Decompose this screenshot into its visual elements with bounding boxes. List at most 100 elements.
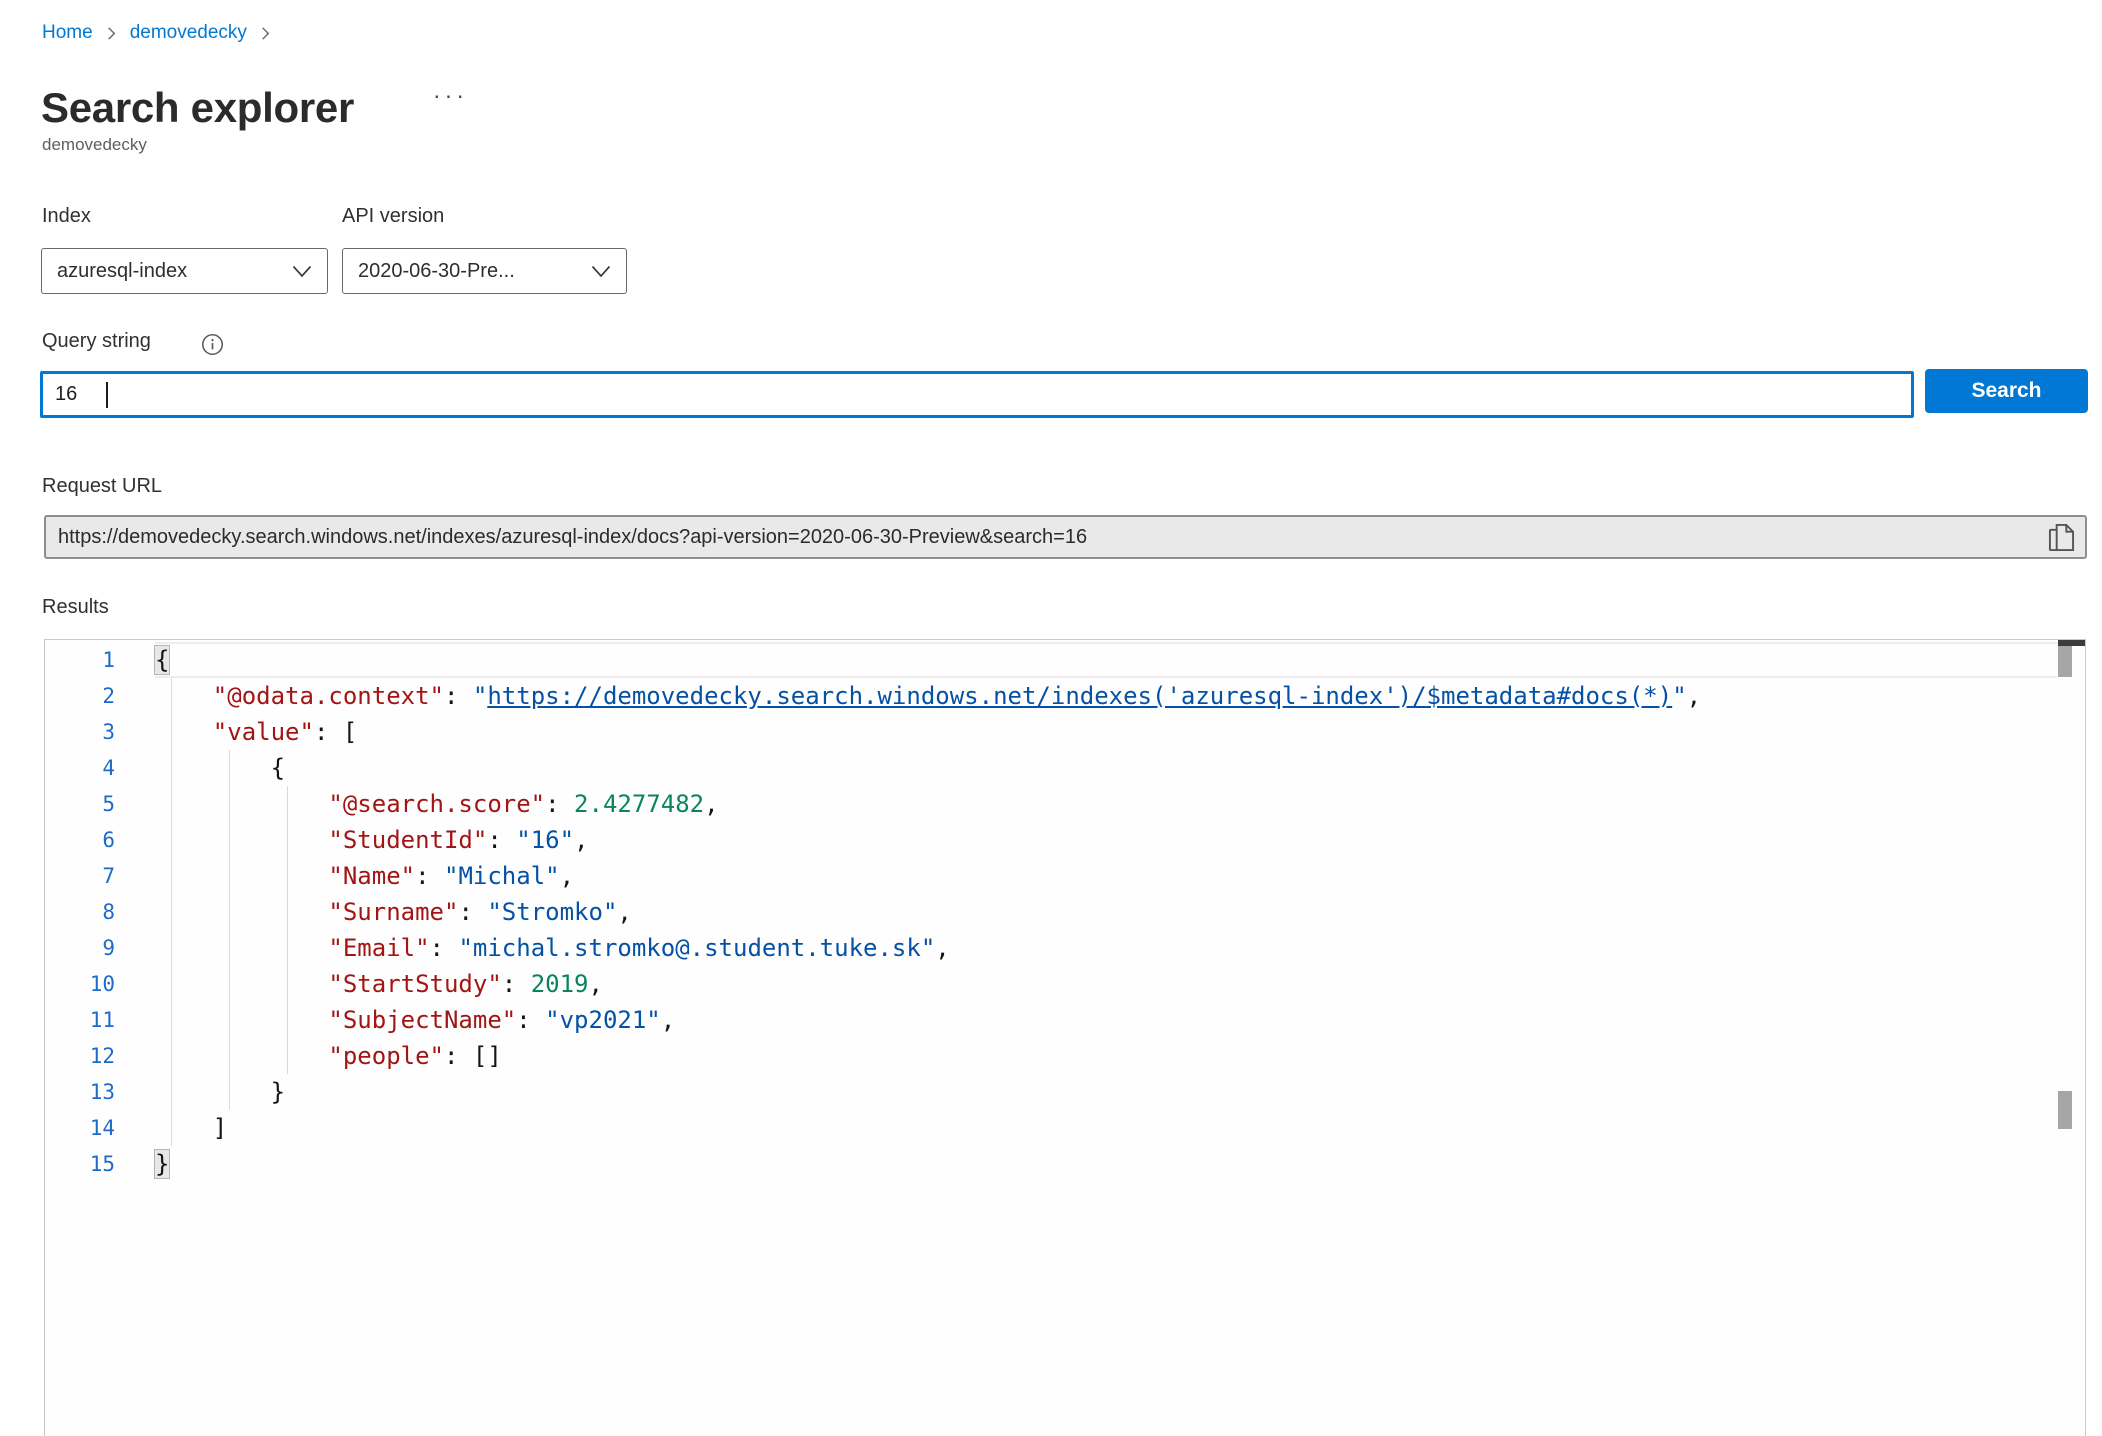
code-line: "SubjectName": "vp2021", [155, 1002, 2057, 1038]
chevron-right-icon [258, 26, 273, 41]
chevron-down-icon [292, 265, 312, 278]
line-number: 2 [45, 678, 155, 714]
code-token: "Name" [328, 862, 415, 890]
indent-guide [171, 678, 172, 1146]
code-line: ] [155, 1110, 2057, 1146]
code-token: : [458, 898, 487, 926]
code-token: : [545, 790, 574, 818]
editor-code[interactable]: { "@odata.context": "https://demovedecky… [155, 642, 2057, 1182]
search-button[interactable]: Search [1925, 369, 2088, 413]
indent-guide [229, 750, 230, 1110]
query-string-input-box[interactable] [40, 371, 1914, 418]
breadcrumb: Home demovedecky [42, 22, 284, 44]
code-line: } [155, 1146, 2057, 1182]
line-number: 7 [45, 858, 155, 894]
code-token: , [617, 898, 631, 926]
code-token: 2.4277482 [574, 790, 704, 818]
line-number: 8 [45, 894, 155, 930]
code-token: } [155, 1078, 285, 1106]
code-token: { [155, 754, 285, 782]
index-label: Index [42, 205, 91, 228]
query-string-label: Query string [42, 330, 151, 353]
more-actions-button[interactable]: ··· [433, 84, 468, 107]
code-token [155, 1042, 328, 1070]
code-token: : [516, 1006, 545, 1034]
code-line: "value": [ [155, 714, 2057, 750]
code-token: "Surname" [328, 898, 458, 926]
editor-scrollbar[interactable] [2058, 640, 2085, 1436]
code-token: "SubjectName" [328, 1006, 516, 1034]
page-subtitle: demovedecky [42, 135, 147, 155]
code-token: "people" [328, 1042, 444, 1070]
request-url-label: Request URL [42, 475, 162, 498]
index-dropdown-value: azuresql-index [57, 260, 187, 283]
search-explorer-page: Home demovedecky Search explorer ··· dem… [0, 0, 2102, 1436]
code-token [155, 934, 328, 962]
page-title: Search explorer [41, 84, 354, 132]
line-number: 10 [45, 966, 155, 1002]
code-token: "StartStudy" [328, 970, 501, 998]
code-line: "Name": "Michal", [155, 858, 2057, 894]
editor-gutter: 123456789101112131415 [45, 642, 155, 1182]
overview-ruler-marker [2058, 1091, 2072, 1129]
scrollbar-thumb[interactable] [2058, 646, 2072, 677]
code-token: "Michal" [444, 862, 560, 890]
request-url-field[interactable]: https://demovedecky.search.windows.net/i… [44, 515, 2087, 559]
code-token [155, 718, 213, 746]
code-line: "Email": "michal.stromko@.student.tuke.s… [155, 930, 2057, 966]
code-token: : [ [314, 718, 357, 746]
code-line: "Surname": "Stromko", [155, 894, 2057, 930]
line-number: 1 [45, 642, 155, 678]
query-string-input[interactable] [43, 374, 1911, 415]
api-version-dropdown[interactable]: 2020-06-30-Pre... [342, 248, 627, 294]
code-line: } [155, 1074, 2057, 1110]
code-token: "@odata.context" [213, 682, 444, 710]
line-number: 13 [45, 1074, 155, 1110]
code-token: } [155, 1150, 169, 1178]
code-line: "StudentId": "16", [155, 822, 2057, 858]
code-token: , [704, 790, 718, 818]
code-line: "@odata.context": "https://demovedecky.s… [155, 678, 2057, 714]
line-number: 12 [45, 1038, 155, 1074]
line-number: 4 [45, 750, 155, 786]
code-token: 2019 [531, 970, 589, 998]
request-url-value: https://demovedecky.search.windows.net/i… [58, 517, 2033, 557]
code-token: : [487, 826, 516, 854]
line-number: 11 [45, 1002, 155, 1038]
code-token [155, 898, 328, 926]
code-line: { [155, 642, 2057, 678]
code-token: : [444, 682, 473, 710]
copy-icon[interactable] [2046, 522, 2076, 554]
code-token: ] [155, 1114, 227, 1142]
info-icon[interactable] [201, 333, 224, 361]
code-token [155, 790, 328, 818]
code-line: "@search.score": 2.4277482, [155, 786, 2057, 822]
text-caret [106, 382, 108, 408]
code-token: " [1672, 682, 1686, 710]
breadcrumb-home-link[interactable]: Home [42, 22, 93, 44]
code-token: { [155, 646, 169, 674]
index-dropdown[interactable]: azuresql-index [41, 248, 328, 294]
code-line: { [155, 750, 2057, 786]
code-token: : [430, 934, 459, 962]
indent-guide [287, 786, 288, 1074]
code-token: "value" [213, 718, 314, 746]
line-number: 15 [45, 1146, 155, 1182]
line-number: 9 [45, 930, 155, 966]
code-token: : [] [444, 1042, 502, 1070]
code-token: , [588, 970, 602, 998]
results-editor[interactable]: 123456789101112131415 { "@odata.context"… [44, 639, 2086, 1436]
code-line: "people": [] [155, 1038, 2057, 1074]
code-token: "vp2021" [545, 1006, 661, 1034]
chevron-down-icon [591, 265, 611, 278]
breadcrumb-demovedecky-link[interactable]: demovedecky [130, 22, 247, 44]
code-token [155, 970, 328, 998]
code-link[interactable]: https://demovedecky.search.windows.net/i… [487, 682, 1672, 710]
code-token: "16" [516, 826, 574, 854]
code-token: , [661, 1006, 675, 1034]
code-token: , [560, 862, 574, 890]
code-token: , [574, 826, 588, 854]
code-token [155, 826, 328, 854]
code-token: "michal.stromko@.student.tuke.sk" [458, 934, 935, 962]
code-token: "StudentId" [328, 826, 487, 854]
